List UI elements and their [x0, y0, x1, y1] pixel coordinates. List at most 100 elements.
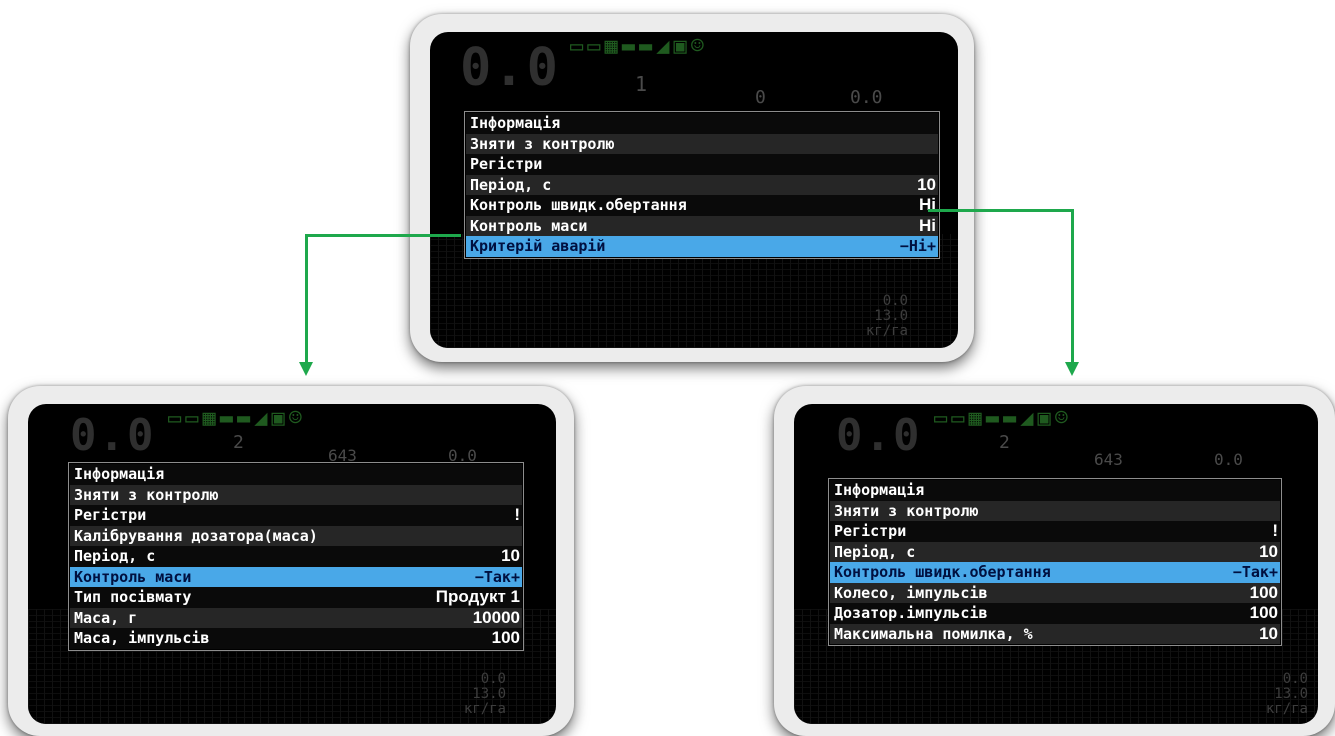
connector-left-horizontal	[305, 234, 461, 237]
menu-item-label: Максимальна помилка, %	[834, 624, 1033, 643]
menu-item-value: 10000	[472, 607, 520, 627]
menu-item-mass-grams[interactable]: Маса, г 10000	[70, 607, 522, 628]
menu-item-label: Зняти з контролю	[74, 485, 219, 504]
bg-value-1: 2	[233, 432, 244, 453]
bg-value-2: 643	[1094, 450, 1123, 469]
menu-item-remove-control[interactable]: Зняти з контролю	[466, 133, 938, 154]
menu-item-label: Період, с	[74, 547, 156, 566]
menu-item-remove-control[interactable]: Зняти з контролю	[830, 500, 1280, 521]
speed-readout: 0.0	[460, 38, 560, 98]
menu-item-label: Дозатор.імпульсів	[834, 604, 988, 623]
menu-item-label: Калібрування дозатора(маса)	[74, 526, 318, 545]
menu-item-seed-type[interactable]: Тип посівмату Продукт 1	[70, 587, 522, 608]
side-readouts: 0.0 13.0 кг/га	[1266, 672, 1308, 717]
connector-right-vertical	[1071, 209, 1074, 364]
menu-item-value: −Так+	[474, 567, 520, 586]
connector-left-arrowhead	[299, 362, 313, 376]
side-value-2: 13.0	[1274, 686, 1308, 702]
menu-item-rotation-control[interactable]: Контроль швидк.обертання −Так+	[830, 562, 1280, 583]
side-value-2: 13.0	[472, 686, 506, 702]
status-icons: ▭▭▦▬▬◢▣☺	[570, 34, 708, 59]
menu-item-value: Ні	[919, 195, 936, 215]
menu-item-dispenser-calibration[interactable]: Калібрування дозатора(маса)	[70, 525, 522, 546]
screen-left: 0.0 ▭▭▦▬▬◢▣☺ 2 643 0.0 0.0 13.0 кг/га Ін…	[28, 404, 556, 724]
menu-item-label: Критерій аварій	[470, 237, 606, 256]
menu-item-value: 100	[1249, 603, 1278, 623]
menu-item-remove-control[interactable]: Зняти з контролю	[70, 484, 522, 505]
menu-item-label: Маса, г	[74, 608, 138, 627]
menu-item-label: Зняти з контролю	[470, 134, 615, 153]
speed-readout: 0.0	[836, 410, 922, 461]
menu-item-value: 10	[917, 174, 936, 194]
device-right: 0.0 ▭▭▦▬▬◢▣☺ 2 643 0.0 0.0 13.0 кг/га Ін…	[774, 386, 1335, 736]
menu-item-period[interactable]: Період, с 10	[70, 546, 522, 567]
menu-item-value: Ні	[919, 215, 936, 235]
menu-item-value: 10	[501, 546, 520, 566]
menu-item-label: Колесо, імпульсів	[834, 583, 988, 602]
bg-value-1: 2	[999, 432, 1010, 453]
menu-item-value: 10	[1259, 623, 1278, 643]
bg-value-3: 0.0	[850, 87, 883, 108]
menu-item-label: Регістри	[834, 522, 907, 541]
side-readouts: 0.0 13.0 кг/га	[464, 672, 506, 717]
settings-menu: Інформація Зняти з контролю Регістри! Ка…	[68, 462, 524, 651]
menu-item-label: Контроль швидк.обертання	[470, 196, 687, 215]
menu-item-value: !	[514, 505, 520, 525]
bg-value-1: 1	[635, 72, 648, 96]
menu-item-mass-control[interactable]: Контроль маси Ні	[466, 215, 938, 236]
menu-item-dispenser-pulses[interactable]: Дозатор.імпульсів 100	[830, 603, 1280, 624]
connector-right-horizontal	[928, 209, 1074, 212]
menu-item-value: Продукт 1	[435, 587, 520, 607]
screen-right: 0.0 ▭▭▦▬▬◢▣☺ 2 643 0.0 0.0 13.0 кг/га Ін…	[794, 404, 1318, 724]
menu-item-period[interactable]: Період, с 10	[830, 541, 1280, 562]
menu-item-registers[interactable]: Регістри!	[830, 521, 1280, 542]
menu-item-period[interactable]: Період, с 10	[466, 174, 938, 195]
menu-item-registers[interactable]: Регістри	[466, 154, 938, 175]
menu-item-rotation-control[interactable]: Контроль швидк.обертання Ні	[466, 195, 938, 216]
speed-readout: 0.0	[70, 410, 156, 461]
menu-item-info[interactable]: Інформація	[70, 464, 522, 485]
menu-item-mass-control[interactable]: Контроль маси −Так+	[70, 566, 522, 587]
menu-item-value: 100	[491, 628, 520, 648]
side-readouts: 0.0 13.0 кг/га	[866, 294, 908, 339]
menu-item-alarm-criteria[interactable]: Критерій аварій −Ні+	[466, 236, 938, 257]
menu-item-wheel-pulses[interactable]: Колесо, імпульсів 100	[830, 582, 1280, 603]
menu-item-label: Контроль маси	[74, 567, 192, 586]
bg-value-3: 0.0	[1214, 450, 1243, 469]
menu-item-value: −Так+	[1232, 563, 1278, 582]
menu-item-value: !	[1272, 521, 1278, 541]
menu-item-label: Регістри	[74, 506, 147, 525]
menu-item-label: Маса, імпульсів	[74, 629, 210, 648]
menu-item-info[interactable]: Інформація	[466, 113, 938, 134]
menu-item-label: Інформація	[74, 465, 165, 484]
menu-item-registers[interactable]: Регістри!	[70, 505, 522, 526]
status-icons: ▭▭▦▬▬◢▣☺	[934, 406, 1072, 431]
side-value-2: 13.0	[874, 308, 908, 324]
status-icons: ▭▭▦▬▬◢▣☺	[168, 406, 306, 431]
menu-item-label: Контроль швидк.обертання	[834, 563, 1051, 582]
menu-item-label: Зняти з контролю	[834, 501, 979, 520]
menu-item-label: Тип посівмату	[74, 588, 192, 607]
side-value-1: 0.0	[882, 293, 908, 309]
menu-item-label: Контроль маси	[470, 216, 588, 235]
device-top: 0.0 ▭▭▦▬▬◢▣☺ 1 0 0.0 0.0 13.0 кг/га Інфо…	[410, 14, 974, 362]
menu-item-label: Інформація	[834, 481, 925, 500]
menu-item-value: 100	[1249, 582, 1278, 602]
menu-item-info[interactable]: Інформація	[830, 480, 1280, 501]
menu-item-value: 10	[1259, 541, 1278, 561]
menu-item-label: Період, с	[470, 175, 552, 194]
unit-label: кг/га	[1265, 701, 1308, 717]
menu-item-label: Інформація	[470, 114, 561, 133]
menu-item-mass-pulses[interactable]: Маса, імпульсів 100	[70, 628, 522, 649]
device-left: 0.0 ▭▭▦▬▬◢▣☺ 2 643 0.0 0.0 13.0 кг/га Ін…	[8, 386, 574, 736]
settings-menu: Інформація Зняти з контролю Регістри! Пе…	[828, 478, 1282, 646]
unit-label: кг/га	[865, 323, 908, 339]
side-value-1: 0.0	[480, 671, 506, 687]
unit-label: кг/га	[463, 701, 506, 717]
menu-item-max-error[interactable]: Максимальна помилка, % 10	[830, 623, 1280, 644]
menu-item-label: Період, с	[834, 542, 916, 561]
side-value-1: 0.0	[1282, 671, 1308, 687]
menu-item-label: Регістри	[470, 155, 543, 174]
connector-left-vertical	[305, 234, 308, 364]
bg-value-2: 0	[755, 87, 766, 108]
